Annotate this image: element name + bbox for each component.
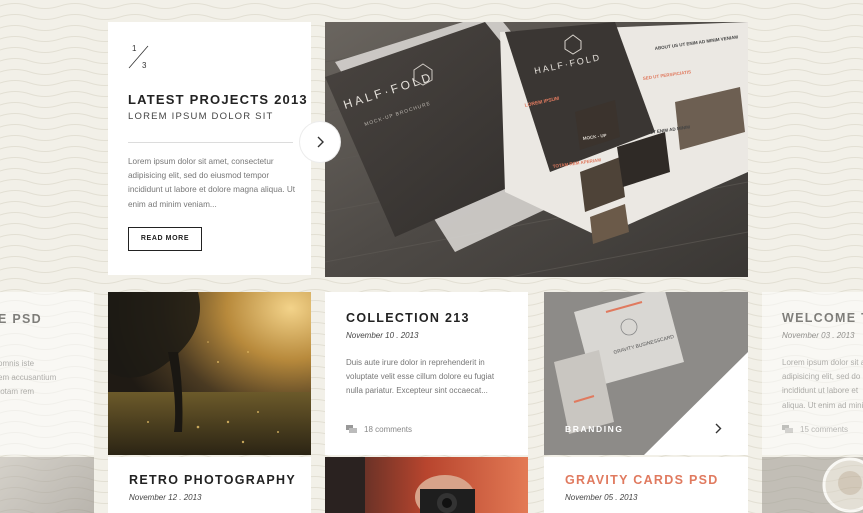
collection-title: COLLECTION 213 bbox=[346, 311, 470, 325]
camera-photo-image[interactable] bbox=[325, 457, 528, 513]
prev-card-image-ghost bbox=[0, 457, 94, 513]
gravity-cards-card[interactable]: GRAVITY CARDS PSD November 05 . 2013 bbox=[544, 457, 748, 513]
chevron-right-icon bbox=[317, 136, 324, 148]
next-card-comments[interactable]: 15 comments bbox=[782, 425, 848, 434]
slide-pager: 1 3 bbox=[128, 44, 150, 70]
collection-body: Duis aute irure dolor in reprehenderit i… bbox=[346, 358, 495, 396]
gravity-date: November 05 . 2013 bbox=[565, 493, 638, 502]
camera-portrait-illustration bbox=[325, 457, 528, 513]
featured-body: Lorem ipsum dolor sit amet, consectetur … bbox=[128, 157, 296, 209]
featured-next-button[interactable] bbox=[300, 122, 340, 162]
speech-bubbles-icon bbox=[782, 425, 793, 433]
retro-title: RETRO PHOTOGRAPHY bbox=[129, 473, 297, 487]
next-card-date: November 03 . 2013 bbox=[782, 331, 855, 340]
tree-sunset-illustration bbox=[108, 292, 311, 455]
branding-next-button[interactable] bbox=[710, 420, 726, 436]
speech-bubbles-icon bbox=[346, 425, 357, 433]
next-card-ghost[interactable]: WELCOME T November 03 . 2013 Lorem ipsum… bbox=[762, 292, 863, 455]
prev-card-body: omnis iste em accusantium totam rem bbox=[0, 359, 57, 397]
next-card-comments-count: 15 comments bbox=[800, 425, 849, 434]
pager-total: 3 bbox=[142, 61, 147, 70]
chevron-right-icon bbox=[715, 423, 722, 433]
featured-image[interactable]: HALF·FOLD MOCK-UP BROCHURE HALF·FOLD LOR… bbox=[325, 22, 748, 277]
branding-label: BRANDING bbox=[565, 424, 624, 434]
collection-card[interactable]: COLLECTION 213 November 10 . 2013 Duis a… bbox=[325, 292, 528, 455]
collection-date: November 10 . 2013 bbox=[346, 331, 419, 340]
collection-comments[interactable]: 18 comments bbox=[346, 425, 412, 434]
featured-title: LATEST PROJECTS 2013 bbox=[128, 92, 308, 107]
featured-divider bbox=[128, 142, 293, 143]
featured-card: 1 3 LATEST PROJECTS 2013 LOREM IPSUM DOL… bbox=[108, 22, 311, 275]
next-card-title: WELCOME T bbox=[782, 311, 863, 325]
retro-photo-image[interactable] bbox=[108, 292, 311, 455]
retro-date: November 12 . 2013 bbox=[129, 493, 202, 502]
gravity-title: GRAVITY CARDS PSD bbox=[565, 473, 719, 487]
next-card-body: Lorem ipsum dolor sit a adipisicing elit… bbox=[782, 358, 863, 410]
portrait-avatar-illustration bbox=[822, 457, 863, 513]
featured-subtitle: LOREM IPSUM DOLOR SIT bbox=[128, 111, 274, 122]
next-card-image-ghost bbox=[762, 457, 863, 513]
prev-card-title: E PSD bbox=[0, 312, 43, 326]
read-more-button[interactable]: READ MORE bbox=[128, 227, 202, 251]
pager-slash bbox=[128, 45, 149, 69]
prev-card-ghost[interactable]: E PSD omnis iste em accusantium totam re… bbox=[0, 292, 94, 455]
collection-comments-count: 18 comments bbox=[364, 425, 413, 434]
brochure-mockup-illustration: HALF·FOLD MOCK-UP BROCHURE HALF·FOLD LOR… bbox=[325, 22, 748, 277]
retro-photography-card[interactable]: RETRO PHOTOGRAPHY November 12 . 2013 bbox=[108, 457, 311, 513]
branding-card[interactable]: GRAVITY BUSINESSCARD BRANDING bbox=[544, 292, 748, 455]
